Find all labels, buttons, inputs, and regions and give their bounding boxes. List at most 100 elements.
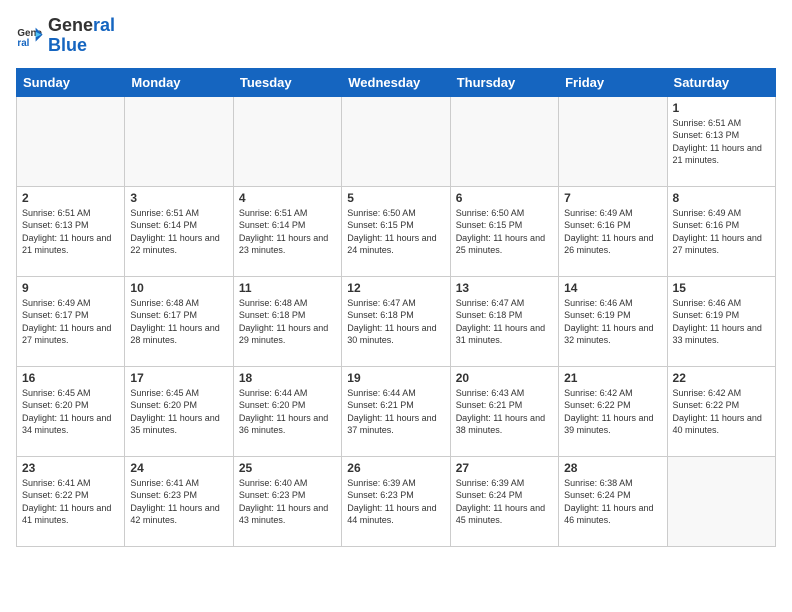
calendar-week-5: 23 Sunrise: 6:41 AMSunset: 6:22 PMDayligh… xyxy=(17,456,776,546)
day-number: 21 xyxy=(564,371,661,385)
calendar-cell: 9Sunrise: 6:49 AMSunset: 6:17 PMDaylight… xyxy=(17,276,125,366)
calendar-cell: 16 Sunrise: 6:45 AMSunset: 6:20 PMDayligh… xyxy=(17,366,125,456)
calendar-cell: 20 Sunrise: 6:43 AMSunset: 6:21 PMDayligh… xyxy=(450,366,558,456)
logo: Gene ral General Blue xyxy=(16,16,115,56)
day-number: 17 xyxy=(130,371,227,385)
col-header-wednesday: Wednesday xyxy=(342,68,450,96)
calendar-cell: 17 Sunrise: 6:45 AMSunset: 6:20 PMDayligh… xyxy=(125,366,233,456)
day-number: 6 xyxy=(456,191,553,205)
day-info: Sunrise: 6:38 AMSunset: 6:24 PMDaylight:… xyxy=(564,477,661,527)
day-number: 4 xyxy=(239,191,336,205)
calendar-cell: 14 Sunrise: 6:46 AMSunset: 6:19 PMDayligh… xyxy=(559,276,667,366)
col-header-friday: Friday xyxy=(559,68,667,96)
day-info: Sunrise: 6:46 AMSunset: 6:19 PMDaylight:… xyxy=(564,297,661,347)
calendar-week-1: 1Sunrise: 6:51 AMSunset: 6:13 PMDaylight… xyxy=(17,96,776,186)
day-number: 18 xyxy=(239,371,336,385)
col-header-sunday: Sunday xyxy=(17,68,125,96)
day-info: Sunrise: 6:46 AMSunset: 6:19 PMDaylight:… xyxy=(673,297,770,347)
day-info: Sunrise: 6:44 AMSunset: 6:21 PMDaylight:… xyxy=(347,387,444,437)
day-info: Sunrise: 6:41 AMSunset: 6:23 PMDaylight:… xyxy=(130,477,227,527)
day-info: Sunrise: 6:43 AMSunset: 6:21 PMDaylight:… xyxy=(456,387,553,437)
calendar-cell xyxy=(342,96,450,186)
day-number: 2 xyxy=(22,191,119,205)
calendar-cell: 6 Sunrise: 6:50 AMSunset: 6:15 PMDaylight… xyxy=(450,186,558,276)
day-info: Sunrise: 6:42 AMSunset: 6:22 PMDaylight:… xyxy=(673,387,770,437)
calendar-cell: 27 Sunrise: 6:39 AMSunset: 6:24 PMDayligh… xyxy=(450,456,558,546)
day-number: 16 xyxy=(22,371,119,385)
calendar-cell xyxy=(17,96,125,186)
calendar-cell xyxy=(559,96,667,186)
day-number: 15 xyxy=(673,281,770,295)
calendar-table: SundayMondayTuesdayWednesdayThursdayFrid… xyxy=(16,68,776,547)
day-number: 10 xyxy=(130,281,227,295)
day-number: 13 xyxy=(456,281,553,295)
day-info: Sunrise: 6:48 AMSunset: 6:18 PMDaylight:… xyxy=(239,297,336,347)
day-number: 25 xyxy=(239,461,336,475)
calendar-cell: 2 Sunrise: 6:51 AMSunset: 6:13 PMDaylight… xyxy=(17,186,125,276)
calendar-cell: 8 Sunrise: 6:49 AMSunset: 6:16 PMDaylight… xyxy=(667,186,775,276)
logo-icon: Gene ral xyxy=(16,22,44,50)
calendar-cell: 19 Sunrise: 6:44 AMSunset: 6:21 PMDayligh… xyxy=(342,366,450,456)
calendar-cell: 15 Sunrise: 6:46 AMSunset: 6:19 PMDayligh… xyxy=(667,276,775,366)
day-number: 5 xyxy=(347,191,444,205)
calendar-cell: 21 Sunrise: 6:42 AMSunset: 6:22 PMDayligh… xyxy=(559,366,667,456)
calendar-cell xyxy=(125,96,233,186)
day-number: 28 xyxy=(564,461,661,475)
calendar-cell: 5 Sunrise: 6:50 AMSunset: 6:15 PMDaylight… xyxy=(342,186,450,276)
calendar-week-2: 2 Sunrise: 6:51 AMSunset: 6:13 PMDaylight… xyxy=(17,186,776,276)
calendar-cell: 25 Sunrise: 6:40 AMSunset: 6:23 PMDayligh… xyxy=(233,456,341,546)
day-number: 24 xyxy=(130,461,227,475)
day-number: 14 xyxy=(564,281,661,295)
day-info: Sunrise: 6:45 AMSunset: 6:20 PMDaylight:… xyxy=(130,387,227,437)
calendar-cell: 18 Sunrise: 6:44 AMSunset: 6:20 PMDayligh… xyxy=(233,366,341,456)
calendar-cell: 1Sunrise: 6:51 AMSunset: 6:13 PMDaylight… xyxy=(667,96,775,186)
calendar-cell: 12 Sunrise: 6:47 AMSunset: 6:18 PMDayligh… xyxy=(342,276,450,366)
day-number: 27 xyxy=(456,461,553,475)
col-header-monday: Monday xyxy=(125,68,233,96)
day-info: Sunrise: 6:51 AMSunset: 6:13 PMDaylight:… xyxy=(673,117,770,167)
calendar-header-row: SundayMondayTuesdayWednesdayThursdayFrid… xyxy=(17,68,776,96)
day-info: Sunrise: 6:49 AMSunset: 6:16 PMDaylight:… xyxy=(673,207,770,257)
calendar-cell: 4Sunrise: 6:51 AMSunset: 6:14 PMDaylight… xyxy=(233,186,341,276)
day-info: Sunrise: 6:51 AMSunset: 6:14 PMDaylight:… xyxy=(130,207,227,257)
day-number: 7 xyxy=(564,191,661,205)
day-number: 19 xyxy=(347,371,444,385)
calendar-cell: 11 Sunrise: 6:48 AMSunset: 6:18 PMDayligh… xyxy=(233,276,341,366)
day-info: Sunrise: 6:41 AMSunset: 6:22 PMDaylight:… xyxy=(22,477,119,527)
calendar-cell: 26 Sunrise: 6:39 AMSunset: 6:23 PMDayligh… xyxy=(342,456,450,546)
logo-text: General xyxy=(48,16,115,36)
calendar-cell: 13 Sunrise: 6:47 AMSunset: 6:18 PMDayligh… xyxy=(450,276,558,366)
day-info: Sunrise: 6:51 AMSunset: 6:13 PMDaylight:… xyxy=(22,207,119,257)
day-number: 26 xyxy=(347,461,444,475)
day-info: Sunrise: 6:45 AMSunset: 6:20 PMDaylight:… xyxy=(22,387,119,437)
day-number: 12 xyxy=(347,281,444,295)
day-info: Sunrise: 6:50 AMSunset: 6:15 PMDaylight:… xyxy=(456,207,553,257)
calendar-cell: 22Sunrise: 6:42 AMSunset: 6:22 PMDayligh… xyxy=(667,366,775,456)
day-number: 3 xyxy=(130,191,227,205)
calendar-cell xyxy=(450,96,558,186)
day-number: 20 xyxy=(456,371,553,385)
calendar-cell: 24 Sunrise: 6:41 AMSunset: 6:23 PMDayligh… xyxy=(125,456,233,546)
calendar-cell: 28 Sunrise: 6:38 AMSunset: 6:24 PMDayligh… xyxy=(559,456,667,546)
calendar-cell: 7Sunrise: 6:49 AMSunset: 6:16 PMDaylight… xyxy=(559,186,667,276)
col-header-thursday: Thursday xyxy=(450,68,558,96)
day-number: 8 xyxy=(673,191,770,205)
day-info: Sunrise: 6:42 AMSunset: 6:22 PMDaylight:… xyxy=(564,387,661,437)
day-info: Sunrise: 6:39 AMSunset: 6:24 PMDaylight:… xyxy=(456,477,553,527)
day-info: Sunrise: 6:50 AMSunset: 6:15 PMDaylight:… xyxy=(347,207,444,257)
day-info: Sunrise: 6:44 AMSunset: 6:20 PMDaylight:… xyxy=(239,387,336,437)
day-number: 9 xyxy=(22,281,119,295)
day-info: Sunrise: 6:40 AMSunset: 6:23 PMDaylight:… xyxy=(239,477,336,527)
day-info: Sunrise: 6:47 AMSunset: 6:18 PMDaylight:… xyxy=(456,297,553,347)
calendar-cell xyxy=(233,96,341,186)
day-info: Sunrise: 6:48 AMSunset: 6:17 PMDaylight:… xyxy=(130,297,227,347)
day-info: Sunrise: 6:39 AMSunset: 6:23 PMDaylight:… xyxy=(347,477,444,527)
day-number: 23 xyxy=(22,461,119,475)
day-number: 11 xyxy=(239,281,336,295)
day-info: Sunrise: 6:47 AMSunset: 6:18 PMDaylight:… xyxy=(347,297,444,347)
page-header: Gene ral General Blue xyxy=(16,16,776,56)
calendar-cell xyxy=(667,456,775,546)
svg-text:ral: ral xyxy=(17,38,29,49)
logo-blue-text: Blue xyxy=(48,36,115,56)
col-header-saturday: Saturday xyxy=(667,68,775,96)
